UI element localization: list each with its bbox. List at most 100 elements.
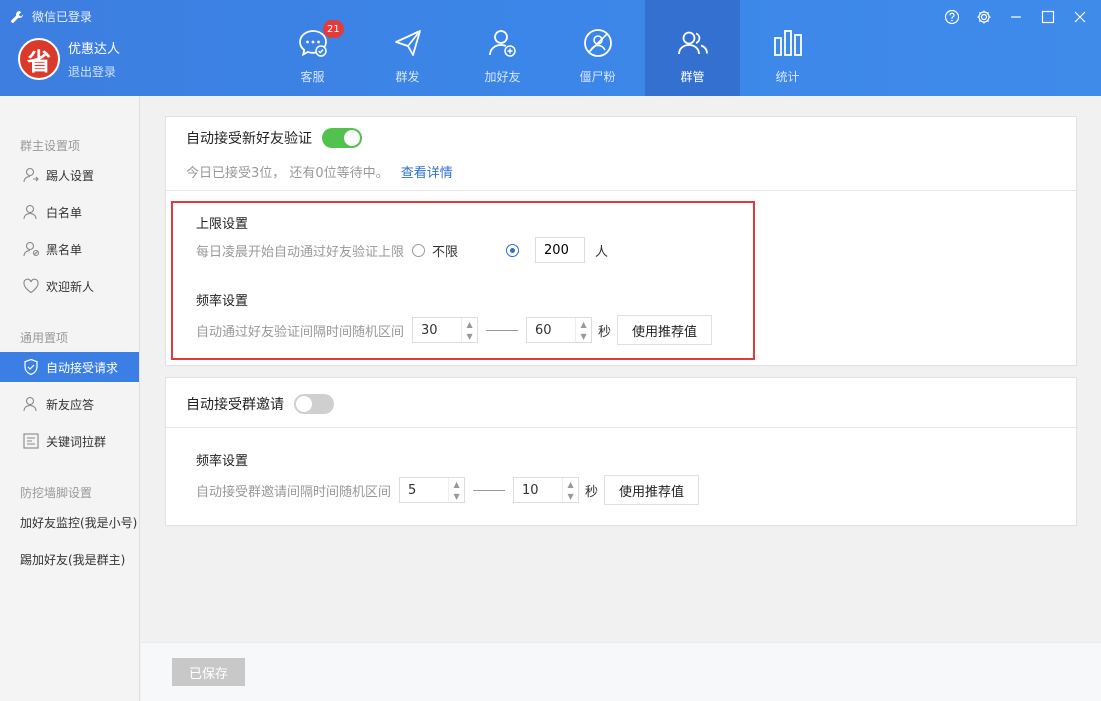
view-details-link[interactable]: 查看详情 bbox=[401, 162, 453, 181]
range-dash bbox=[473, 489, 506, 491]
stepper-down-icon[interactable]: ▼ bbox=[563, 490, 578, 502]
card-title: 自动接受新好友验证 bbox=[186, 131, 312, 147]
login-status: 微信已登录 bbox=[10, 8, 92, 25]
shield-icon bbox=[24, 358, 38, 376]
sidebar-item-label: 白名单 bbox=[46, 205, 83, 220]
add-friend-icon bbox=[488, 30, 516, 57]
nav-label: 群发 bbox=[395, 70, 420, 84]
sidebar-item-label: 关键词拉群 bbox=[46, 434, 107, 449]
group-freq-section-title: 频率设置 bbox=[196, 454, 249, 469]
sidebar-item-label: 欢迎新人 bbox=[46, 279, 95, 294]
group-manage-icon bbox=[677, 31, 708, 55]
group-freq-row: 自动接受群邀请间隔时间随机区间 ▲▼ ▲▼ 秒 使用推荐值 bbox=[196, 475, 700, 505]
sidebar-item-keyword-group[interactable]: 关键词拉群 bbox=[0, 426, 140, 456]
sidebar-item-label: 自动接受请求 bbox=[46, 360, 119, 375]
user-block: 省 优惠达人 退出登录 bbox=[18, 38, 120, 80]
nav-item-group-manage[interactable]: 群管 bbox=[645, 0, 740, 96]
close-icon bbox=[1074, 11, 1086, 23]
sidebar-item-whitelist[interactable]: 白名单 bbox=[0, 197, 140, 227]
stepper-up-icon[interactable]: ▲ bbox=[563, 478, 578, 490]
login-status-text: 微信已登录 bbox=[32, 10, 93, 24]
card-title: 自动接受群邀请 bbox=[186, 397, 284, 413]
user-name: 优惠达人 bbox=[68, 42, 121, 57]
stepper-up-icon[interactable]: ▲ bbox=[449, 478, 464, 490]
group-freq-desc: 自动接受群邀请间隔时间随机区间 bbox=[196, 484, 392, 500]
sidebar-item-blacklist[interactable]: 黑名单 bbox=[0, 234, 140, 264]
minimize-button[interactable] bbox=[1005, 6, 1027, 28]
divider bbox=[166, 190, 1076, 191]
top-nav: 21 客服 群发 加好友 僵尸粉 群管 统计 bbox=[265, 0, 835, 96]
sidebar-item-label: 踢加好友(我是群主) bbox=[20, 552, 126, 567]
wrench-icon bbox=[11, 10, 23, 23]
card-header: 自动接受群邀请 bbox=[166, 393, 334, 415]
sidebar-item-kick[interactable]: 踢人设置 bbox=[0, 160, 140, 190]
sidebar-item-label: 新友应答 bbox=[46, 397, 95, 412]
send-icon bbox=[394, 30, 421, 56]
sidebar-item-label: 黑名单 bbox=[46, 242, 83, 257]
auto-accept-group-card: 自动接受群邀请 频率设置 自动接受群邀请间隔时间随机区间 ▲▼ ▲▼ 秒 使用推… bbox=[165, 377, 1077, 526]
heart-icon bbox=[23, 278, 39, 294]
sidebar-group-owner: 群主设置项 bbox=[20, 139, 81, 153]
highlight-box bbox=[171, 201, 755, 360]
group-use-recommended-button[interactable]: 使用推荐值 bbox=[604, 475, 700, 505]
stepper-arrows: ▲ ▼ bbox=[562, 478, 578, 502]
nav-item-zombie-fans[interactable]: 僵尸粉 bbox=[550, 0, 645, 96]
settings-button[interactable] bbox=[973, 6, 995, 28]
accept-summary-text: 今日已接受3位， 还有0位等待中。 bbox=[186, 166, 389, 181]
maximize-button[interactable] bbox=[1037, 6, 1059, 28]
group-freq-min-stepper[interactable]: ▲▼ bbox=[399, 477, 466, 503]
gear-icon bbox=[977, 10, 991, 24]
avatar[interactable]: 省 bbox=[18, 38, 60, 80]
nav-item-add-friend[interactable]: 加好友 bbox=[455, 0, 550, 96]
toggle-knob bbox=[344, 130, 360, 146]
sidebar-item-welcome[interactable]: 欢迎新人 bbox=[0, 271, 140, 301]
sidebar-item-label: 踢人设置 bbox=[46, 168, 95, 183]
nav-item-broadcast[interactable]: 群发 bbox=[360, 0, 455, 96]
nav-label: 统计 bbox=[775, 70, 800, 84]
stepper-down-icon[interactable]: ▼ bbox=[449, 490, 464, 502]
sidebar-item-add-friend-monitor[interactable]: 加好友监控(我是小号) bbox=[0, 507, 140, 537]
new-friend-icon bbox=[23, 396, 37, 412]
sidebar-item-label: 加好友监控(我是小号) bbox=[20, 515, 138, 530]
app-header: 微信已登录 省 优惠达人 退出登录 21 客服 群发 加好友 僵尸粉 群管 统计 bbox=[0, 0, 1101, 96]
save-button[interactable]: 已保存 bbox=[172, 658, 245, 686]
nav-label: 僵尸粉 bbox=[579, 70, 616, 84]
blacklist-icon bbox=[23, 241, 40, 257]
accept-summary: 今日已接受3位， 还有0位等待中。 查看详情 bbox=[186, 162, 453, 181]
nav-label: 加好友 bbox=[484, 70, 521, 84]
sidebar-item-kick-adders[interactable]: 踢加好友(我是群主) bbox=[0, 544, 140, 574]
whitelist-icon bbox=[23, 204, 37, 220]
sidebar-item-new-friend-reply[interactable]: 新友应答 bbox=[0, 389, 140, 419]
group-freq-max-input[interactable] bbox=[514, 478, 563, 502]
nav-label: 群管 bbox=[680, 70, 705, 84]
group-freq-unit: 秒 bbox=[585, 484, 599, 500]
auto-accept-friend-toggle[interactable] bbox=[322, 128, 362, 148]
sidebar-group-anti-poach: 防挖墙脚设置 bbox=[20, 486, 93, 500]
nav-label: 客服 bbox=[300, 70, 325, 84]
unread-badge: 21 bbox=[323, 20, 344, 38]
maximize-icon bbox=[1041, 10, 1055, 24]
help-button[interactable] bbox=[941, 6, 963, 28]
sidebar-group-general: 通用置项 bbox=[20, 331, 69, 345]
sidebar: 群主设置项 踢人设置 白名单 黑名单 欢迎新人 通用置项 自动接受请求 新友应答… bbox=[0, 96, 140, 701]
footer-bar: 已保存 bbox=[141, 642, 1101, 701]
minimize-icon bbox=[1011, 16, 1021, 18]
close-button[interactable] bbox=[1069, 6, 1091, 28]
nav-item-statistics[interactable]: 统计 bbox=[740, 0, 835, 96]
logout-link[interactable]: 退出登录 bbox=[68, 63, 120, 80]
divider bbox=[166, 427, 1076, 428]
help-icon bbox=[944, 9, 960, 25]
kick-user-icon bbox=[23, 167, 39, 183]
auto-accept-group-toggle[interactable] bbox=[294, 394, 334, 414]
window-controls bbox=[941, 6, 1091, 28]
nav-item-customer-service[interactable]: 21 客服 bbox=[265, 0, 360, 96]
keyword-icon bbox=[23, 433, 39, 449]
card-header: 自动接受新好友验证 bbox=[166, 127, 362, 149]
group-freq-max-stepper[interactable]: ▲▼ bbox=[513, 477, 580, 503]
stepper-arrows: ▲ ▼ bbox=[448, 478, 464, 502]
zombie-fan-icon bbox=[583, 29, 612, 57]
group-freq-min-input[interactable] bbox=[400, 478, 449, 502]
sidebar-item-auto-accept[interactable]: 自动接受请求 bbox=[0, 352, 139, 382]
stats-icon bbox=[773, 30, 802, 56]
toggle-knob bbox=[296, 396, 312, 412]
